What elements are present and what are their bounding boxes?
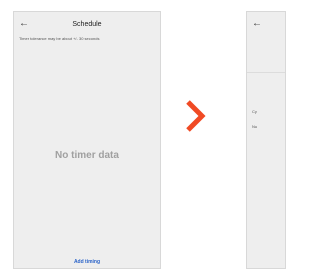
add-timing-button[interactable]: Add timing <box>14 258 160 266</box>
divider <box>247 72 285 73</box>
back-arrow-icon[interactable]: ← <box>252 18 262 30</box>
chevron-right-icon <box>186 100 206 132</box>
page-title: Schedule <box>72 21 102 28</box>
empty-state-message: No timer data <box>55 150 119 161</box>
timer-tolerance-note: Timer tolerance may be about +/- 30 seco… <box>19 36 100 41</box>
top-bar: ← Schedule <box>14 12 160 38</box>
schedule-screen: ← Schedule Timer tolerance may be about … <box>13 11 161 269</box>
setting-label: Cy <box>252 109 257 114</box>
next-screen: ← Cy Nu <box>246 11 286 269</box>
setting-label: Nu <box>252 124 258 129</box>
